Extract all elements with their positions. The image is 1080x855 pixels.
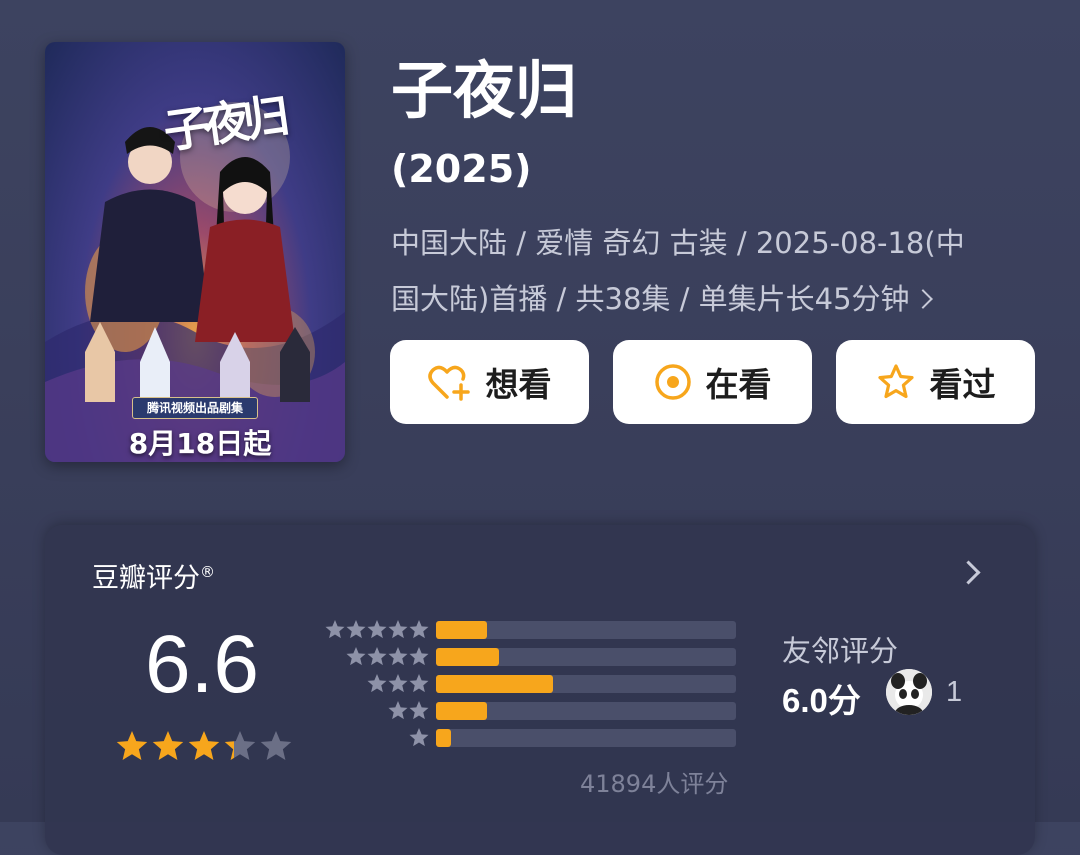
chevron-right-icon [912,289,933,309]
watching-label: 在看 [705,365,772,404]
rating-distribution [325,620,736,747]
distribution-star [388,647,408,666]
distribution-star [367,620,387,639]
avatar[interactable] [886,669,932,715]
want-to-watch-label: 想看 [485,365,552,404]
friends-rating-score: 6.0分 [782,682,861,719]
target-icon [654,364,691,400]
distribution-star [388,620,408,639]
distribution-bar-2-star [436,702,487,720]
watched-button[interactable]: 看过 [836,340,1035,424]
rating-count[interactable]: 41894人评分 [580,764,728,799]
meta-line-2-text: 国大陆)首播 / 共38集 / 单集片长45分钟 [391,282,910,316]
rating-star [260,731,292,760]
distribution-star [409,728,429,747]
movie-year: (2025) [391,147,532,191]
poster-image[interactable]: 子夜归 腾讯视频出品剧集 8月18日起 [45,42,345,462]
rating-star [188,731,220,760]
poster-release-date: 8月18日起 [128,427,272,460]
distribution-star [325,620,345,639]
movie-meta[interactable]: 中国大陆 / 爱情 奇幻 古装 / 2025-08-18(中 国大陆)首播 / … [391,215,1041,327]
watched-label: 看过 [929,365,996,404]
panda-avatar-icon [886,669,932,715]
distribution-star [388,701,408,720]
distribution-bar-3-star [436,675,553,693]
rating-star [224,731,256,760]
registered-mark: ® [200,563,215,581]
rating-score: 6.6 [145,619,259,710]
distribution-star [346,620,366,639]
watching-button[interactable]: 在看 [613,340,812,424]
distribution-star [409,701,429,720]
douban-rating-text: 豆瓣评分 [92,563,200,594]
distribution-star [409,674,429,693]
distribution-star [367,647,387,666]
rating-stars [116,731,292,760]
distribution-star [367,674,387,693]
friends-rating-count: 1 [946,676,963,708]
distribution-track [436,729,736,747]
want-to-watch-button[interactable]: 想看 [390,340,589,424]
distribution-star [388,674,408,693]
star-outline-icon [877,364,914,399]
distribution-bar-5-star [436,621,487,639]
distribution-star [409,620,429,639]
distribution-bar-4-star [436,648,499,666]
rating-star [116,731,148,760]
rating-star [152,731,184,760]
movie-title: 子夜归 [391,54,578,127]
distribution-bar-1-star [436,729,451,747]
poster-producer-tag: 腾讯视频出品剧集 [132,397,258,419]
friends-rating-label: 友邻评分 [782,634,899,668]
heart-plus-icon [427,365,470,401]
meta-line-2: 国大陆)首播 / 共38集 / 单集片长45分钟 [391,271,1041,327]
distribution-star [346,647,366,666]
douban-rating-label: 豆瓣评分® [92,556,215,595]
distribution-star [409,647,429,666]
meta-line-1: 中国大陆 / 爱情 奇幻 古装 / 2025-08-18(中 [391,226,965,260]
